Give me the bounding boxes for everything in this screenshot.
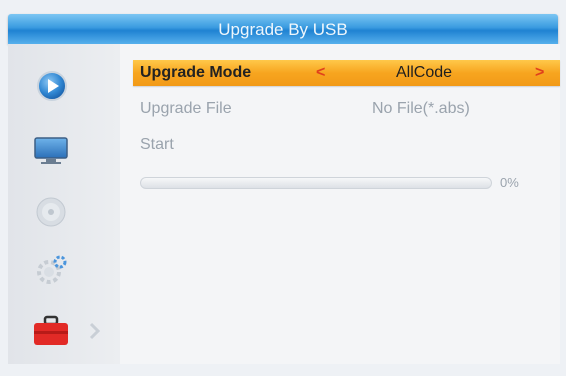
settings-gear-icon[interactable] xyxy=(34,254,68,286)
upgrade-mode-label: Upgrade Mode xyxy=(140,64,252,81)
upgrade-mode-row[interactable]: Upgrade Mode < AllCode > xyxy=(133,60,560,86)
tv-menu-screen: Upgrade By USB Upgrade Mode < AllCode > … xyxy=(0,0,566,376)
upgrade-file-label[interactable]: Upgrade File xyxy=(140,100,232,118)
play-icon[interactable] xyxy=(36,70,68,102)
toolbox-icon[interactable] xyxy=(32,314,70,348)
start-button[interactable]: Start xyxy=(140,136,174,154)
right-arrow-icon[interactable]: > xyxy=(535,64,544,82)
upgrade-progress-bar xyxy=(140,177,492,189)
progress-percent-text: 0% xyxy=(500,175,519,190)
sidebar xyxy=(8,44,120,364)
upgrade-mode-value: AllCode xyxy=(396,64,453,81)
disc-icon[interactable] xyxy=(35,196,67,228)
chevron-right-icon xyxy=(88,321,102,341)
upgrade-file-value: No File(*.abs) xyxy=(372,100,470,117)
title-bar: Upgrade By USB xyxy=(8,14,558,44)
page-title: Upgrade By USB xyxy=(218,20,348,39)
left-arrow-icon[interactable]: < xyxy=(316,64,325,82)
tv-icon[interactable] xyxy=(34,136,68,166)
